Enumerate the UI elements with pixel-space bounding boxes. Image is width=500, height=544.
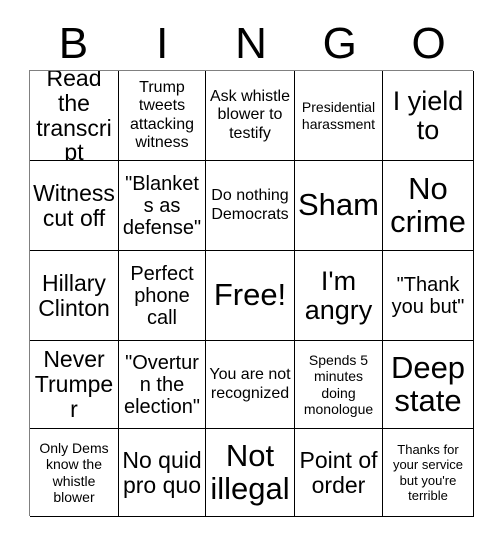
bingo-cell[interactable]: "Blankets as defense" <box>119 161 206 251</box>
bingo-header-row: B I N G O <box>29 18 473 70</box>
bingo-free-space-label: Free! <box>213 277 287 313</box>
bingo-cell-label: Presidential harassment <box>301 99 376 132</box>
bingo-cell-label: Read the transcript <box>36 71 112 161</box>
bingo-cell-label: I'm angry <box>304 265 373 325</box>
bingo-cell[interactable]: Trump tweets attacking witness <box>119 71 206 161</box>
bingo-cell[interactable]: Perfect phone call <box>119 251 206 341</box>
bingo-cell[interactable]: Ask whistle blower to testify <box>206 71 295 161</box>
bingo-cell[interactable]: Never Trumper <box>30 341 119 429</box>
bingo-cell[interactable]: Deep state <box>383 341 474 429</box>
bingo-header-letter-o: O <box>411 19 446 68</box>
bingo-cell[interactable]: No crime <box>383 161 474 251</box>
bingo-cell-label: No crime <box>390 170 466 239</box>
bingo-cell-label: I yield to <box>392 85 464 145</box>
bingo-cell-label: Hillary Clinton <box>38 269 110 321</box>
bingo-cell[interactable]: No quid pro quo <box>119 429 206 517</box>
bingo-cell[interactable]: Point of order <box>295 429 383 517</box>
bingo-cell-label: Perfect phone call <box>130 262 194 329</box>
bingo-header-letter-g: G <box>322 19 357 68</box>
bingo-cell[interactable]: Thanks for your service but you're terri… <box>383 429 474 517</box>
bingo-cell[interactable]: Sham <box>295 161 383 251</box>
bingo-card: B I N G O Read the transcript Trump twee… <box>0 0 500 544</box>
bingo-cell[interactable]: "Thank you but" <box>383 251 474 341</box>
bingo-cell[interactable]: Not illegal <box>206 429 295 517</box>
bingo-cell[interactable]: "Overturn the election" <box>119 341 206 429</box>
bingo-cell-label: Spends 5 minutes doing monologue <box>303 352 374 417</box>
bingo-cell-label: Only Dems know the whistle blower <box>39 440 109 505</box>
bingo-cell[interactable]: Presidential harassment <box>295 71 383 161</box>
bingo-cell[interactable]: Only Dems know the whistle blower <box>30 429 119 517</box>
bingo-cell-label: No quid pro quo <box>122 446 202 498</box>
bingo-cell[interactable]: Spends 5 minutes doing monologue <box>295 341 383 429</box>
bingo-cell-label: Do nothing Democrats <box>211 187 289 223</box>
bingo-cell[interactable]: You are not recognized <box>206 341 295 429</box>
bingo-cell-label: Sham <box>298 187 379 223</box>
bingo-cell-label: Deep state <box>390 349 466 418</box>
bingo-cell-label: Witness cut off <box>33 179 115 231</box>
bingo-cell-label: Ask whistle blower to testify <box>209 88 291 142</box>
bingo-cell-label: "Overturn the election" <box>123 351 201 418</box>
bingo-cell[interactable]: Read the transcript <box>30 71 119 161</box>
bingo-cell-label: Not illegal <box>210 437 290 506</box>
bingo-cell-label: Thanks for your service but you're terri… <box>392 441 464 503</box>
bingo-cell-label: Never Trumper <box>34 346 114 422</box>
bingo-header-letter-n: N <box>235 19 267 68</box>
bingo-cell[interactable]: I yield to <box>383 71 474 161</box>
bingo-cell-label: Trump tweets attacking witness <box>129 79 195 151</box>
bingo-header-letter-i: I <box>156 19 169 68</box>
bingo-header-letter-b: B <box>58 19 89 68</box>
bingo-cell-label: "Thank you but" <box>391 273 465 318</box>
bingo-cell[interactable]: I'm angry <box>295 251 383 341</box>
bingo-cell-label: "Blankets as defense" <box>122 172 202 239</box>
bingo-free-space[interactable]: Free! <box>206 251 295 341</box>
bingo-cell[interactable]: Hillary Clinton <box>30 251 119 341</box>
bingo-cell[interactable]: Do nothing Democrats <box>206 161 295 251</box>
bingo-cell-label: You are not recognized <box>209 366 291 402</box>
bingo-cell-label: Point of order <box>299 446 378 498</box>
bingo-cell[interactable]: Witness cut off <box>30 161 119 251</box>
bingo-grid: Read the transcript Trump tweets attacki… <box>29 70 474 517</box>
